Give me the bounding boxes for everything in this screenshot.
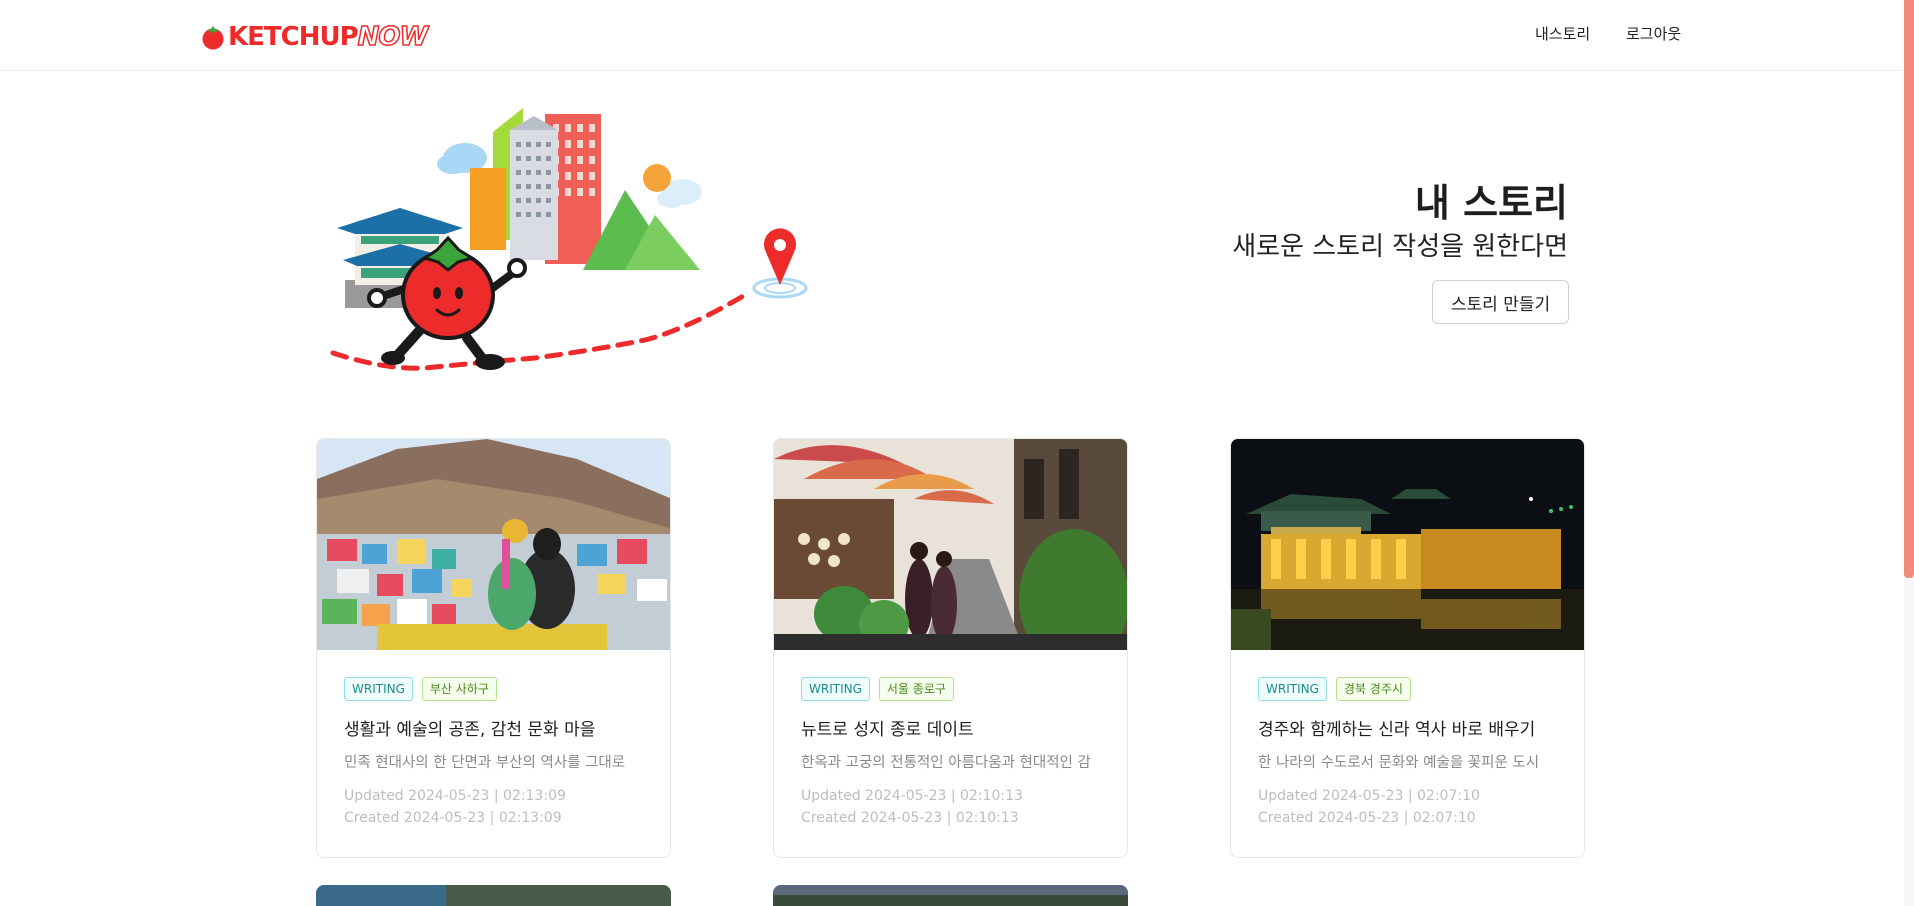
sun-icon xyxy=(643,164,671,192)
tag-writing: WRITING xyxy=(801,677,870,701)
story-card-description: 민족 현대사의 한 단면과 부산의 역사를 그대로 xyxy=(344,755,626,771)
ketchupnow-logo[interactable]: KETCHUPNOW xyxy=(200,21,429,53)
tomato-icon xyxy=(202,26,224,50)
story-card-image xyxy=(773,885,1128,906)
story-card-updated: Updated 2024-05-23 | 02:07:10 xyxy=(1258,788,1480,804)
page-title: 내 스토리 xyxy=(1414,181,1568,225)
hero-illustration xyxy=(330,108,808,371)
create-story-button[interactable]: 스토리 만들기 xyxy=(1432,280,1569,324)
grey-tower xyxy=(510,130,558,260)
tag-region: 서울 종로구 xyxy=(878,677,954,701)
tag-region: 부산 사하구 xyxy=(421,677,497,701)
top-navbar: KETCHUPNOW 내스토리 로그아웃 xyxy=(0,0,1914,71)
nav-logout-link[interactable]: 로그아웃 xyxy=(1626,22,1681,46)
story-card[interactable]: WRITING 경북 경주시 경주와 함께하는 신라 역사 바로 배우기 한 나… xyxy=(1230,438,1585,858)
story-card-updated: Updated 2024-05-23 | 02:10:13 xyxy=(801,788,1023,804)
page-subtitle: 새로운 스토리 작성을 원한다면 xyxy=(1232,232,1568,262)
tag-writing: WRITING xyxy=(344,677,413,701)
story-card-title: 뉴트로 성지 종로 데이트 xyxy=(801,720,974,740)
logo-text-now: NOW xyxy=(357,21,429,53)
story-card[interactable]: WRITING 서울 종로구 뉴트로 성지 종로 데이트 한옥과 고궁의 전통적… xyxy=(773,438,1128,858)
story-card-image xyxy=(316,885,671,906)
nav-my-story-link[interactable]: 내스토리 xyxy=(1535,22,1590,46)
story-card[interactable] xyxy=(773,885,1128,906)
story-card-description: 한 나라의 수도로서 문화와 예술을 꽃피운 도시 xyxy=(1258,755,1540,771)
tag-writing: WRITING xyxy=(1258,677,1327,701)
page-scrollbar[interactable] xyxy=(1904,0,1914,906)
scrollbar-thumb[interactable] xyxy=(1904,0,1914,578)
story-card-created: Created 2024-05-23 | 02:07:10 xyxy=(1258,810,1476,826)
story-card-title: 생활과 예술의 공존, 감천 문화 마을 xyxy=(344,720,596,740)
tag-region: 경북 경주시 xyxy=(1335,677,1411,701)
location-pin-icon xyxy=(752,228,808,299)
story-card-created: Created 2024-05-23 | 02:13:09 xyxy=(344,810,562,826)
logo-text-ketchup: KETCHUP xyxy=(228,22,359,52)
story-card-description: 한옥과 고궁의 전통적인 아름다움과 현대적인 감 xyxy=(801,755,1091,771)
story-card[interactable] xyxy=(316,885,671,906)
story-card-image xyxy=(1231,439,1584,650)
story-card-title: 경주와 함께하는 신라 역사 바로 배우기 xyxy=(1258,720,1536,740)
orange-building xyxy=(470,168,506,250)
story-card-image xyxy=(317,439,670,650)
story-card-created: Created 2024-05-23 | 02:10:13 xyxy=(801,810,1019,826)
story-card[interactable]: WRITING 부산 사하구 생활과 예술의 공존, 감천 문화 마을 민족 현… xyxy=(316,438,671,858)
story-card-updated: Updated 2024-05-23 | 02:13:09 xyxy=(344,788,566,804)
story-card-image xyxy=(774,439,1127,650)
